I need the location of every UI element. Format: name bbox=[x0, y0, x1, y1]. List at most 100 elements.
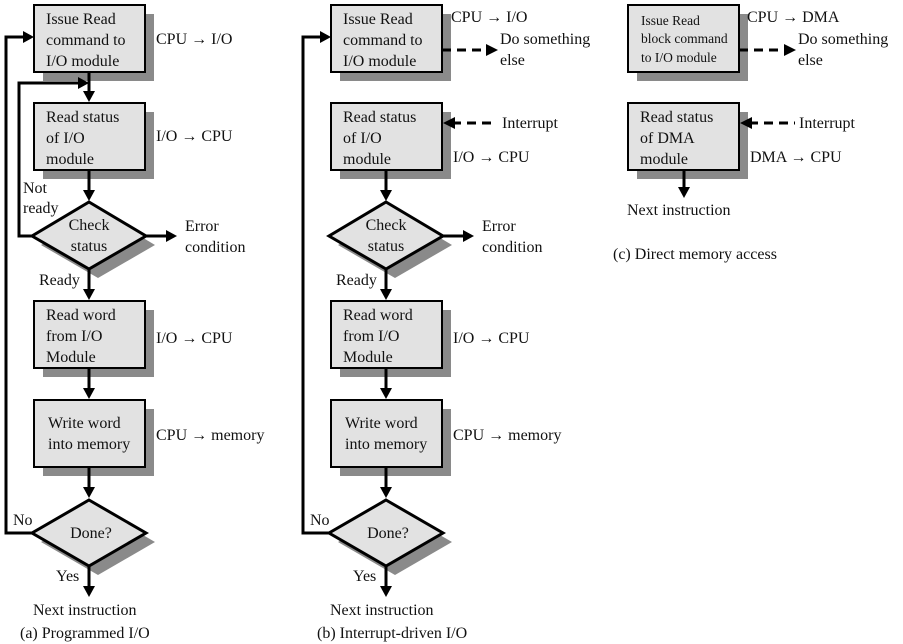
panel-caption: (a) Programmed I/O bbox=[20, 625, 150, 642]
transfer-note: CPU → I/O bbox=[451, 9, 527, 26]
error-label: condition bbox=[185, 239, 245, 256]
check-status-diamond: Check status bbox=[326, 200, 452, 278]
arrow-head bbox=[320, 31, 331, 43]
do-something-else-label: else bbox=[798, 52, 823, 69]
error-label: condition bbox=[482, 239, 542, 256]
transfer-note: I/O → CPU bbox=[156, 128, 233, 145]
done-diamond: Done? bbox=[326, 498, 452, 575]
box-text-line: Read status bbox=[640, 109, 713, 126]
error-label: Error bbox=[185, 218, 219, 235]
box-text-line: from I/O bbox=[343, 328, 399, 345]
ready-label: Ready bbox=[39, 272, 80, 289]
arrow-head bbox=[83, 487, 95, 498]
transfer-note: CPU → memory bbox=[156, 427, 264, 444]
transfer-note: CPU → DMA bbox=[747, 9, 840, 26]
box-text-line: I/O module bbox=[46, 53, 119, 70]
read-status-box: Read status of DMA module bbox=[627, 102, 748, 179]
arrow-head bbox=[380, 289, 392, 300]
read-status-box: Read status of I/O module bbox=[330, 102, 451, 179]
yes-label: Yes bbox=[56, 568, 79, 585]
done-diamond: Done? bbox=[29, 498, 155, 575]
arrow-head bbox=[83, 388, 95, 399]
box-text-line: Read word bbox=[343, 307, 413, 324]
box-text-line: from I/O bbox=[46, 328, 102, 345]
diamond-text-line: Done? bbox=[367, 525, 409, 542]
arrow-head bbox=[23, 31, 34, 43]
do-something-else-label: else bbox=[500, 52, 525, 69]
next-instruction-label: Next instruction bbox=[627, 202, 731, 219]
error-label: Error bbox=[482, 218, 516, 235]
box-text-line: of DMA bbox=[640, 130, 695, 147]
box-text-line: Read status bbox=[46, 109, 119, 126]
box-text-line: command to bbox=[343, 32, 423, 49]
box-text-line: I/O module bbox=[343, 53, 416, 70]
transfer-note: CPU → memory bbox=[453, 427, 561, 444]
arrow-head bbox=[380, 190, 392, 201]
box-text-line: block command bbox=[641, 31, 728, 46]
arrow-head bbox=[380, 388, 392, 399]
interrupt-label: Interrupt bbox=[799, 115, 856, 132]
next-instruction-label: Next instruction bbox=[330, 602, 434, 619]
arrow-head bbox=[678, 187, 690, 198]
diamond-text-line: Check bbox=[366, 217, 407, 234]
diamond-text-line: Check bbox=[69, 217, 110, 234]
arrow-head bbox=[83, 91, 95, 102]
box-text-line: Read status bbox=[343, 109, 416, 126]
box-text-line: Module bbox=[46, 349, 96, 366]
do-something-else-label: Do something bbox=[798, 31, 888, 48]
box-text-line: Issue Read bbox=[641, 13, 700, 28]
box-text-line: module bbox=[640, 151, 688, 168]
box-text-line: command to bbox=[46, 32, 126, 49]
box-text-line: Issue Read bbox=[343, 11, 413, 28]
box-text-line: of I/O bbox=[343, 130, 382, 147]
ready-label: Ready bbox=[336, 272, 377, 289]
box-text-line: Issue Read bbox=[46, 11, 116, 28]
write-word-box: Write word into memory bbox=[33, 399, 154, 476]
no-label: No bbox=[13, 512, 33, 529]
box-text-line: into memory bbox=[48, 436, 130, 453]
read-status-box: Read status of I/O module bbox=[33, 102, 154, 179]
issue-read-box: Issue Read command to I/O module bbox=[330, 4, 451, 81]
transfer-note: I/O → CPU bbox=[453, 330, 530, 347]
no-label: No bbox=[310, 512, 330, 529]
read-word-box: Read word from I/O Module bbox=[33, 300, 154, 377]
no-loop bbox=[301, 35, 329, 535]
arrow-head bbox=[380, 586, 392, 597]
io-techniques-diagram: Issue Read command to I/O module CPU → I… bbox=[4, 4, 888, 642]
box-body bbox=[330, 399, 443, 468]
not-ready-label: Not bbox=[23, 180, 48, 197]
arrow-head bbox=[83, 289, 95, 300]
not-ready-label: ready bbox=[23, 200, 59, 217]
transfer-note: DMA → CPU bbox=[750, 149, 842, 166]
arrow-head bbox=[166, 230, 177, 242]
interrupt-label: Interrupt bbox=[502, 115, 559, 132]
read-word-box: Read word from I/O Module bbox=[330, 300, 451, 377]
panel-caption: (c) Direct memory access bbox=[613, 246, 777, 263]
next-instruction-label: Next instruction bbox=[33, 602, 137, 619]
issue-read-block-box: Issue Read block command to I/O module bbox=[627, 4, 748, 81]
transfer-note: CPU → I/O bbox=[156, 31, 232, 48]
write-word-box: Write word into memory bbox=[330, 399, 451, 476]
do-something-else-label: Do something bbox=[500, 31, 590, 48]
panel-programmed-io: Issue Read command to I/O module CPU → I… bbox=[4, 4, 264, 642]
panel-interrupt-driven-io: Issue Read command to I/O module CPU → I… bbox=[301, 4, 590, 642]
box-text-line: Write word bbox=[345, 415, 418, 432]
arrow-head bbox=[380, 487, 392, 498]
box-text-line: to I/O module bbox=[641, 50, 717, 65]
diamond-text-line: status bbox=[368, 238, 404, 255]
diamond-text-line: status bbox=[71, 238, 107, 255]
arrow-head bbox=[784, 44, 796, 56]
transfer-note: I/O → CPU bbox=[453, 149, 530, 166]
panel-caption: (b) Interrupt-driven I/O bbox=[317, 625, 467, 642]
box-text-line: Module bbox=[343, 349, 393, 366]
issue-read-box: Issue Read command to I/O module bbox=[33, 4, 154, 81]
arrow-head bbox=[463, 230, 474, 242]
arrow-head bbox=[83, 586, 95, 597]
box-text-line: of I/O bbox=[46, 130, 85, 147]
transfer-note: I/O → CPU bbox=[156, 330, 233, 347]
box-body bbox=[33, 399, 146, 468]
box-text-line: into memory bbox=[345, 436, 427, 453]
box-text-line: module bbox=[343, 151, 391, 168]
arrow-head bbox=[486, 44, 498, 56]
box-text-line: Read word bbox=[46, 307, 116, 324]
